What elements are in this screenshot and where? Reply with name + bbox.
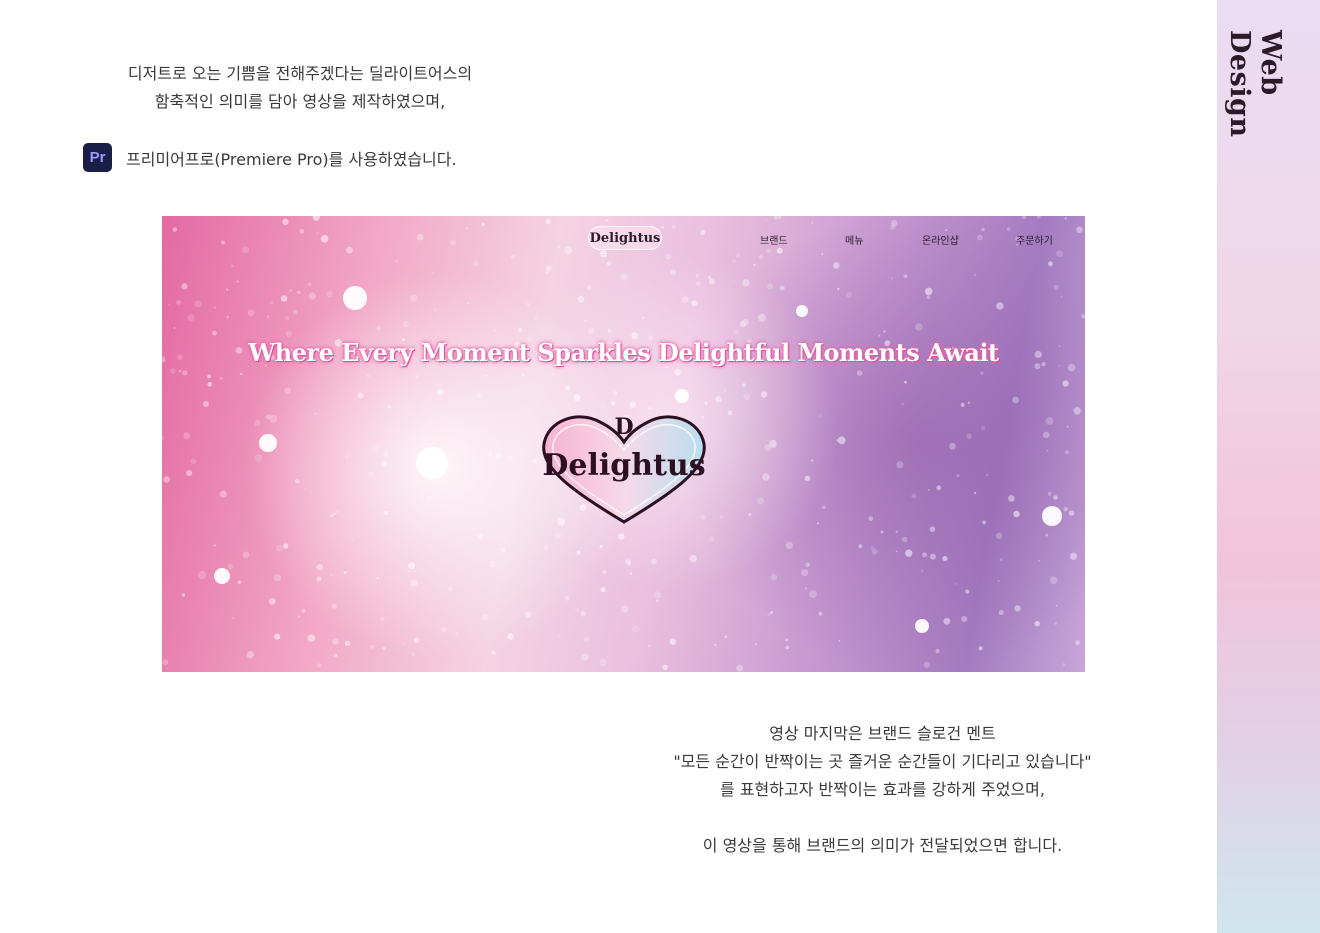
intro-line-2: 함축적인 의미를 담아 영상을 제작하였으며, [154,92,446,111]
outro-line-3: 를 표현하고자 반짝이는 효과를 강하게 주었으며, [720,780,1045,799]
hero-video-frame: Delightus 브랜드 메뉴 온라인샵 주문하기 Where Every M… [162,216,1085,672]
outro-line-1: 영상 마지막은 브랜드 슬로건 멘트 [769,724,996,743]
nav-item-brand[interactable]: 브랜드 [760,232,788,247]
outro-text: 영상 마지막은 브랜드 슬로건 멘트 "모든 순간이 반짝이는 곳 즐거운 순간… [645,720,1120,860]
tool-description: 프리미어프로(Premiere Pro)를 사용하였습니다. [126,149,457,169]
nav-item-order[interactable]: 주문하기 [1016,232,1053,247]
intro-line-1: 디저트로 오는 기쁨을 전해주겠다는 딜라이트어스의 [127,64,473,83]
intro-text: 디저트로 오는 기쁨을 전해주겠다는 딜라이트어스의 함축적인 의미를 담아 영… [100,60,500,116]
nav-logo[interactable]: Delightus [588,226,662,250]
outro-line-4: 이 영상을 통해 브랜드의 의미가 전달되었으면 합니다. [702,836,1063,855]
hero-headline: Where Every Moment Sparkles Delightful M… [248,338,999,367]
tool-row: Pr 프리미어프로(Premiere Pro)를 사용하였습니다. [83,143,457,172]
nav-item-menu[interactable]: 메뉴 [845,232,863,247]
section-title: Web Design [1224,30,1286,138]
outro-line-2: "모든 순간이 반짝이는 곳 즐거운 순간들이 기다리고 있습니다" [673,752,1092,771]
hero-navbar: Delightus 브랜드 메뉴 온라인샵 주문하기 [162,216,1085,260]
nav-item-online-shop[interactable]: 온라인샵 [922,232,959,247]
brand-heart-logo: D Delightus [534,406,714,526]
logo-monogram: D [614,414,634,440]
premiere-pro-icon: Pr [83,143,112,172]
logo-wordmark: Delightus [542,448,706,483]
